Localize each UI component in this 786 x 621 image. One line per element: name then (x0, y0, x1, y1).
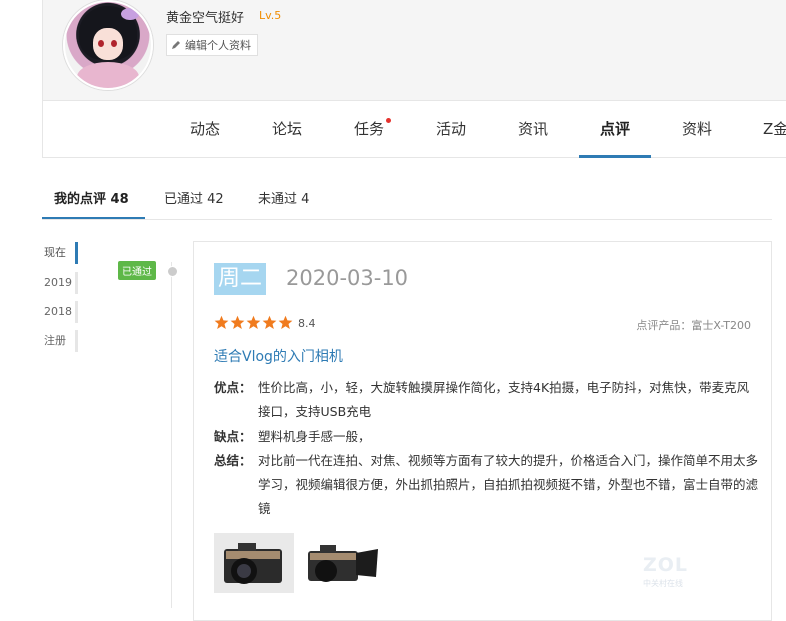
profile-banner: 黄金空气挺好 Lv.5 编辑个人资料 (43, 0, 786, 101)
review-score: 8.4 (298, 317, 316, 330)
nav-item-forum[interactable]: 论坛 (265, 100, 309, 158)
timeline-2019[interactable]: 2019 (44, 272, 78, 294)
cons-text: 塑料机身手感一般， (258, 429, 371, 444)
nav-item-zgold[interactable]: Z金 (757, 100, 786, 158)
review-photo-1[interactable] (214, 533, 294, 593)
tab-approved[interactable]: 已通过 42 (164, 188, 224, 207)
timeline-register[interactable]: 注册 (44, 330, 78, 352)
tab-rejected[interactable]: 未通过 4 (258, 188, 309, 207)
summary-label: 总结： (214, 453, 252, 468)
review-pros: 优点： 性价比高，小，轻，大旋转触摸屏操作简化，支持4K拍摄，电子防抖，对焦快，… (214, 376, 758, 424)
timeline-line (171, 262, 172, 608)
review-summary: 总结： 对比前一代在连拍、对焦、视频等方面有了较大的提升，价格适合入门，操作简单… (214, 449, 758, 521)
nav-active-indicator (579, 155, 651, 158)
tab-active-indicator (42, 217, 145, 219)
star-icon (278, 315, 293, 329)
review-product[interactable]: 点评产品：富士X-T200 (636, 317, 751, 333)
nav-item-tasks[interactable]: 任务 (347, 100, 391, 158)
rating-stars (214, 315, 293, 330)
review-date: 2020-03-10 (286, 266, 409, 290)
tabs-divider (42, 219, 772, 220)
review-title[interactable]: 适合Vlog的入门相机 (214, 346, 343, 366)
pencil-icon (172, 41, 180, 49)
timeline-2018[interactable]: 2018 (44, 301, 78, 323)
edit-profile-button[interactable]: 编辑个人资料 (166, 34, 258, 56)
pros-text: 性价比高，小，轻，大旋转触摸屏操作简化，支持4K拍摄，电子防抖，对焦快，带麦克风… (258, 380, 750, 419)
edit-profile-label: 编辑个人资料 (185, 39, 251, 52)
profile-header: 黄金空气挺好 Lv.5 编辑个人资料 动态 论坛 任务 活动 资讯 点评 资料 … (42, 0, 786, 158)
zol-watermark-sub: 中关村在线 (643, 579, 683, 588)
nav-item-dynamic[interactable]: 动态 (183, 100, 227, 158)
username[interactable]: 黄金空气挺好 (166, 7, 244, 26)
profile-nav: 动态 论坛 任务 活动 资讯 点评 资料 Z金 (43, 100, 786, 158)
review-weekday: 周二 (214, 263, 267, 295)
nav-item-reviews[interactable]: 点评 (593, 100, 637, 158)
tab-my-reviews[interactable]: 我的点评 48 (54, 188, 129, 207)
timeline-dot (167, 266, 178, 277)
pros-label: 优点： (214, 380, 252, 395)
notification-dot (386, 118, 391, 123)
review-photo-2[interactable] (300, 533, 380, 593)
star-icon (230, 315, 245, 329)
cons-label: 缺点： (214, 429, 252, 444)
user-level: Lv.5 (259, 9, 282, 22)
star-icon (214, 315, 229, 329)
timeline-now[interactable]: 现在 (44, 242, 78, 264)
zol-watermark: ZOL (643, 554, 689, 576)
nav-item-info[interactable]: 资料 (675, 100, 719, 158)
nav-item-news[interactable]: 资讯 (511, 100, 555, 158)
review-cons: 缺点： 塑料机身手感一般， (214, 425, 758, 449)
star-icon (262, 315, 277, 329)
nav-item-events[interactable]: 活动 (429, 100, 473, 158)
status-badge: 已通过 (118, 261, 156, 280)
summary-text: 对比前一代在连拍、对焦、视频等方面有了较大的提升，价格适合入门，操作简单不用太多… (258, 453, 759, 516)
star-icon (246, 315, 261, 329)
avatar[interactable] (63, 0, 153, 90)
